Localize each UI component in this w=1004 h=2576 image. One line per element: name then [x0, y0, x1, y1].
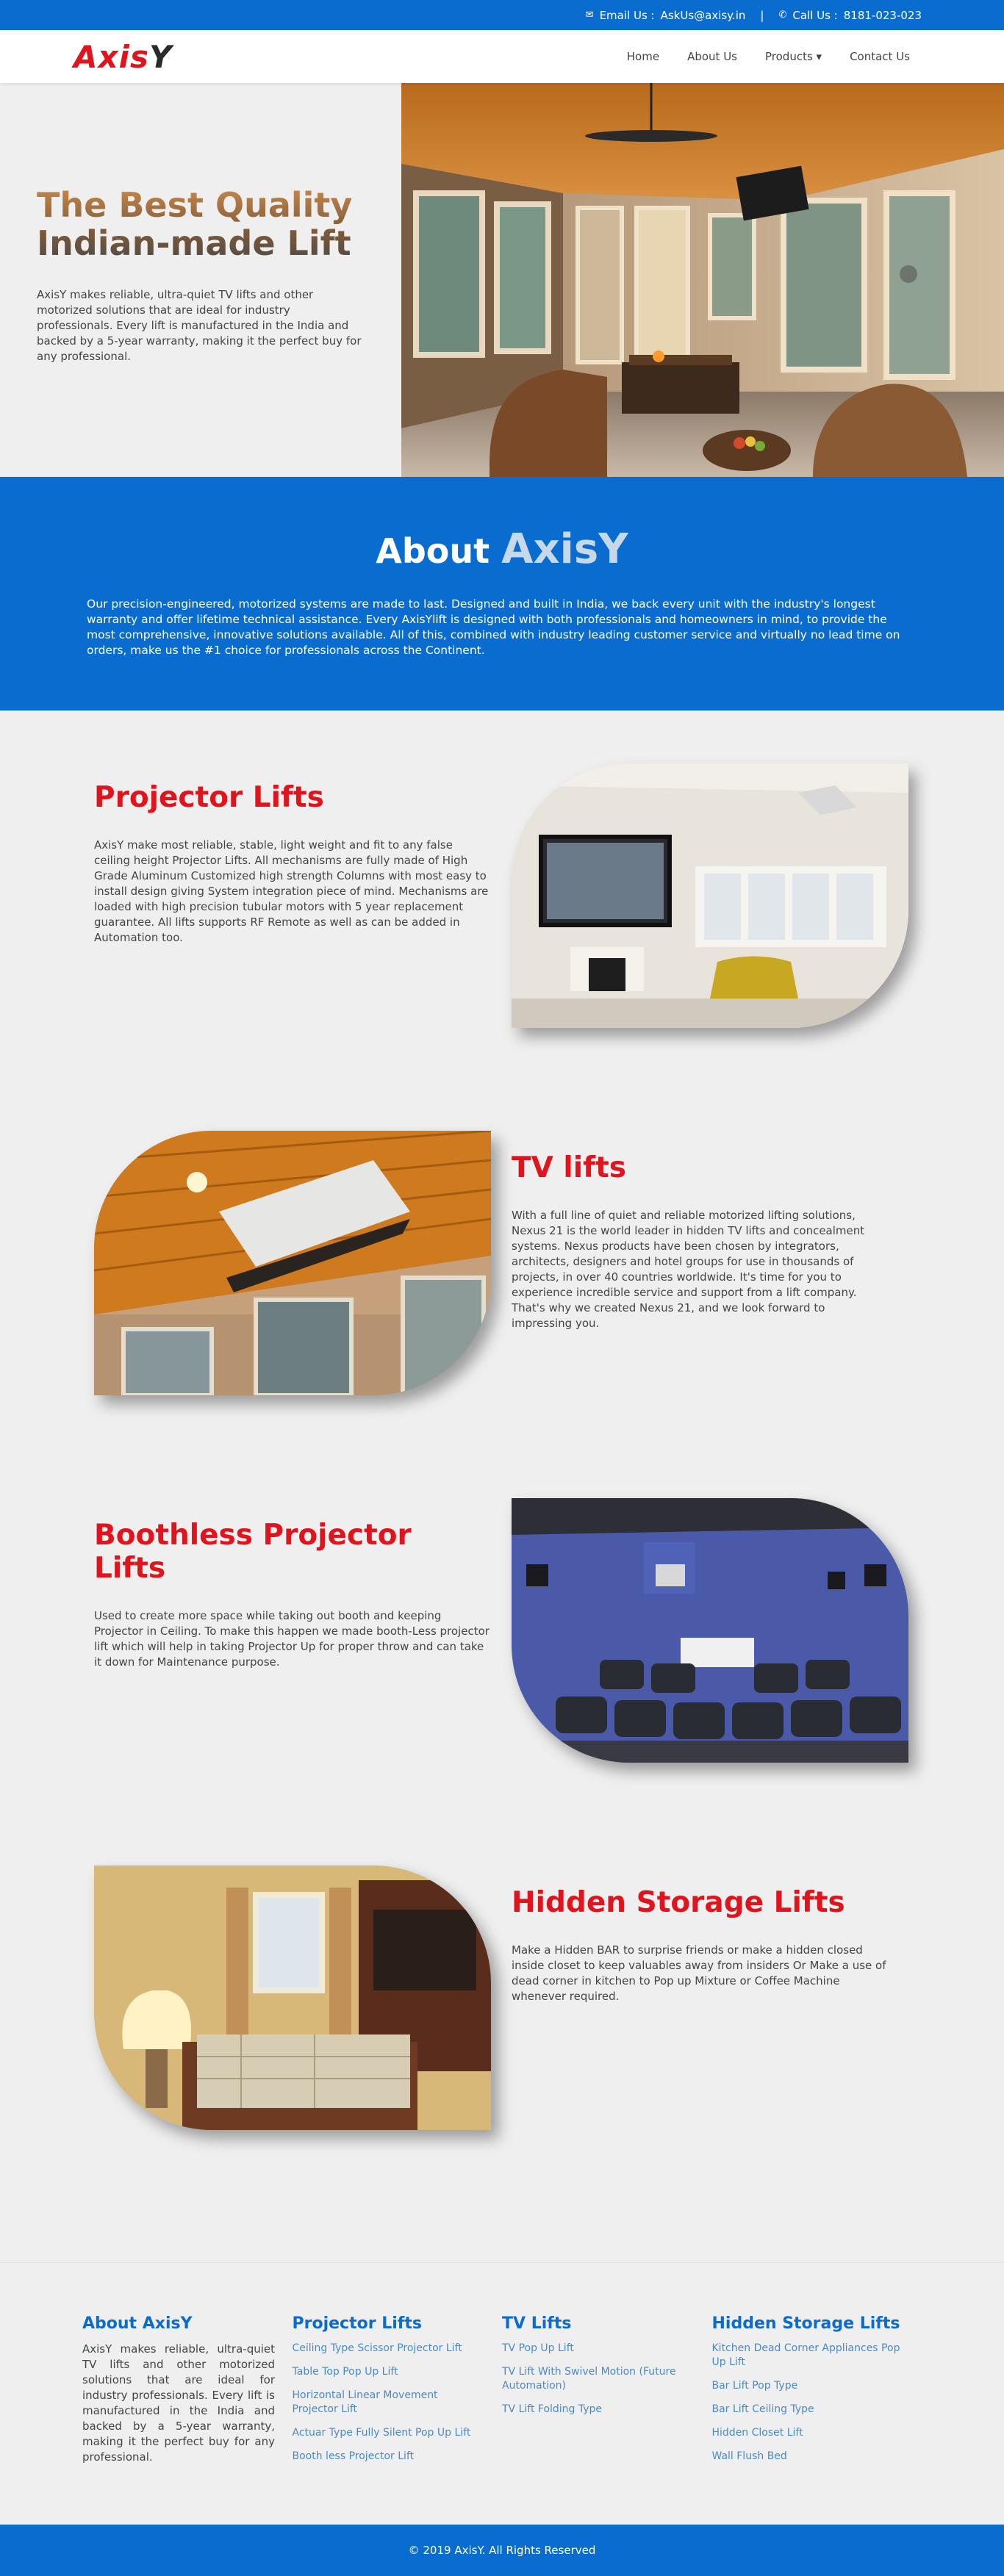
nav-contact-us[interactable]: Contact Us — [850, 50, 910, 63]
products-section: Projector Lifts AxisY make most reliable… — [0, 710, 1004, 2262]
product-description: AxisY make most reliable, stable, light … — [94, 838, 489, 944]
product-text: Boothless Projector Lifts Used to create… — [94, 1498, 491, 1670]
product-boothless-projector-lifts: Boothless Projector Lifts Used to create… — [0, 1498, 1004, 1866]
product-title: TV lifts — [512, 1151, 626, 1184]
copyright-bar: © 2019 AxisY. All Rights Reserved — [0, 2525, 1004, 2576]
footer: About AxisY AxisY makes reliable, ultra-… — [0, 2262, 1004, 2525]
phone-contact[interactable]: ✆ Call Us : 8181-023-023 — [778, 9, 922, 22]
product-description: Used to create more space while taking o… — [94, 1609, 490, 1669]
footer-link[interactable]: Bar Lift Pop Type — [712, 2379, 903, 2393]
nav-home[interactable]: Home — [627, 50, 659, 63]
product-description: Make a Hidden BAR to surprise friends or… — [512, 1943, 886, 2003]
living-room-illustration — [401, 83, 1004, 477]
product-title: Projector Lifts — [94, 781, 324, 814]
footer-link[interactable]: TV Pop Up Lift — [502, 2342, 693, 2356]
tv-lift-image — [94, 1131, 491, 1395]
hero-title-line2: Indian-made Lift — [37, 223, 351, 263]
nav-about-us[interactable]: About Us — [687, 50, 737, 63]
footer-link[interactable]: Bar Lift Ceiling Type — [712, 2403, 903, 2417]
projector-lift-image — [512, 763, 908, 1028]
hero-text: The Best Quality Indian-made Lift AxisY … — [0, 83, 401, 477]
footer-link[interactable]: TV Lift Folding Type — [502, 2403, 693, 2417]
product-text: Projector Lifts AxisY make most reliable… — [94, 763, 491, 946]
footer-link[interactable]: Table Top Pop Up Lift — [293, 2365, 484, 2379]
axisy-logo[interactable]: AxisY — [73, 39, 172, 75]
footer-storage-column: Hidden Storage Lifts Kitchen Dead Corner… — [712, 2314, 922, 2473]
nav-products-dropdown[interactable]: Products ▾ — [765, 50, 822, 63]
hero-title-line1: The Best Quality — [37, 185, 353, 225]
footer-storage-title: Hidden Storage Lifts — [711, 2314, 900, 2333]
hero-image-living-room — [401, 83, 1004, 477]
footer-about-text: AxisY makes reliable, ultra-quiet TV lif… — [82, 2342, 275, 2464]
logo-text-y: Y — [149, 38, 173, 75]
ceiling-tv-lift-illustration — [94, 1131, 491, 1395]
phone-icon: ✆ — [778, 10, 787, 21]
about-text: Our precision-engineered, motorized syst… — [87, 597, 900, 657]
home-theater-illustration — [512, 1498, 908, 1763]
projector-room-illustration — [512, 763, 908, 1028]
envelope-icon: ✉ — [585, 10, 594, 21]
about-section: About AxisY Our precision-engineered, mo… — [0, 477, 1004, 710]
topbar-separator: | — [760, 8, 764, 22]
nav-links: Home About Us Products ▾ Contact Us — [627, 50, 910, 63]
product-projector-lifts: Projector Lifts AxisY make most reliable… — [0, 763, 1004, 1131]
hero-section: The Best Quality Indian-made Lift AxisY … — [0, 83, 1004, 477]
bedroom-image — [94, 1866, 491, 2130]
hero-description: AxisY makes reliable, ultra-quiet TV lif… — [37, 288, 362, 363]
footer-link[interactable]: Horizontal Linear Movement Projector Lif… — [293, 2389, 484, 2417]
footer-link[interactable]: Actuar Type Fully Silent Pop Up Lift — [293, 2426, 484, 2440]
hero-title: The Best Quality Indian-made Lift — [37, 186, 372, 262]
main-navbar: AxisY Home About Us Products ▾ Contact U… — [0, 30, 1004, 83]
footer-link[interactable]: TV Lift With Swivel Motion (Future Autom… — [502, 2365, 693, 2393]
footer-link[interactable]: Hidden Closet Lift — [712, 2426, 903, 2440]
logo-text-main: Axis — [73, 38, 149, 75]
call-label: Call Us : — [792, 8, 838, 22]
footer-tv-column: TV Lifts TV Pop Up Lift TV Lift With Swi… — [502, 2314, 712, 2473]
product-text: Hidden Storage Lifts Make a Hidden BAR t… — [491, 1866, 888, 2004]
footer-projector-column: Projector Lifts Ceiling Type Scissor Pro… — [293, 2314, 503, 2473]
home-theater-image — [512, 1498, 908, 1763]
footer-link[interactable]: Wall Flush Bed — [712, 2450, 903, 2464]
about-brand: AxisY — [501, 525, 628, 573]
footer-projector-title: Projector Lifts — [292, 2314, 422, 2333]
top-contact-bar: ✉ Email Us : AskUs@axisy.in | ✆ Call Us … — [0, 0, 1004, 30]
product-tv-lifts: TV lifts With a full line of quiet and r… — [0, 1131, 1004, 1498]
footer-about-column: About AxisY AxisY makes reliable, ultra-… — [82, 2314, 293, 2473]
product-title: Hidden Storage Lifts — [512, 1886, 845, 1919]
product-description: With a full line of quiet and reliable m… — [512, 1209, 865, 1330]
footer-tv-title: TV Lifts — [502, 2314, 572, 2333]
bedroom-illustration — [94, 1866, 491, 2130]
email-contact[interactable]: ✉ Email Us : AskUs@axisy.in — [586, 9, 746, 22]
footer-link[interactable]: Kitchen Dead Corner Appliances Pop Up Li… — [712, 2342, 903, 2370]
footer-link[interactable]: Ceiling Type Scissor Projector Lift — [293, 2342, 484, 2356]
email-label: Email Us : — [599, 8, 655, 22]
footer-about-title: About AxisY — [82, 2314, 193, 2333]
copyright-text: © 2019 AxisY. All Rights Reserved — [408, 2544, 596, 2557]
email-address[interactable]: AskUs@axisy.in — [661, 9, 746, 22]
phone-number[interactable]: 8181-023-023 — [844, 9, 922, 22]
about-title-text: About — [376, 531, 490, 571]
product-title: Boothless Projector Lifts — [94, 1519, 412, 1585]
footer-link[interactable]: Booth less Projector Lift — [293, 2450, 484, 2464]
about-title: About AxisY — [0, 525, 1004, 573]
product-text: TV lifts With a full line of quiet and r… — [491, 1131, 888, 1331]
product-hidden-storage-lifts: Hidden Storage Lifts Make a Hidden BAR t… — [0, 1866, 1004, 2233]
